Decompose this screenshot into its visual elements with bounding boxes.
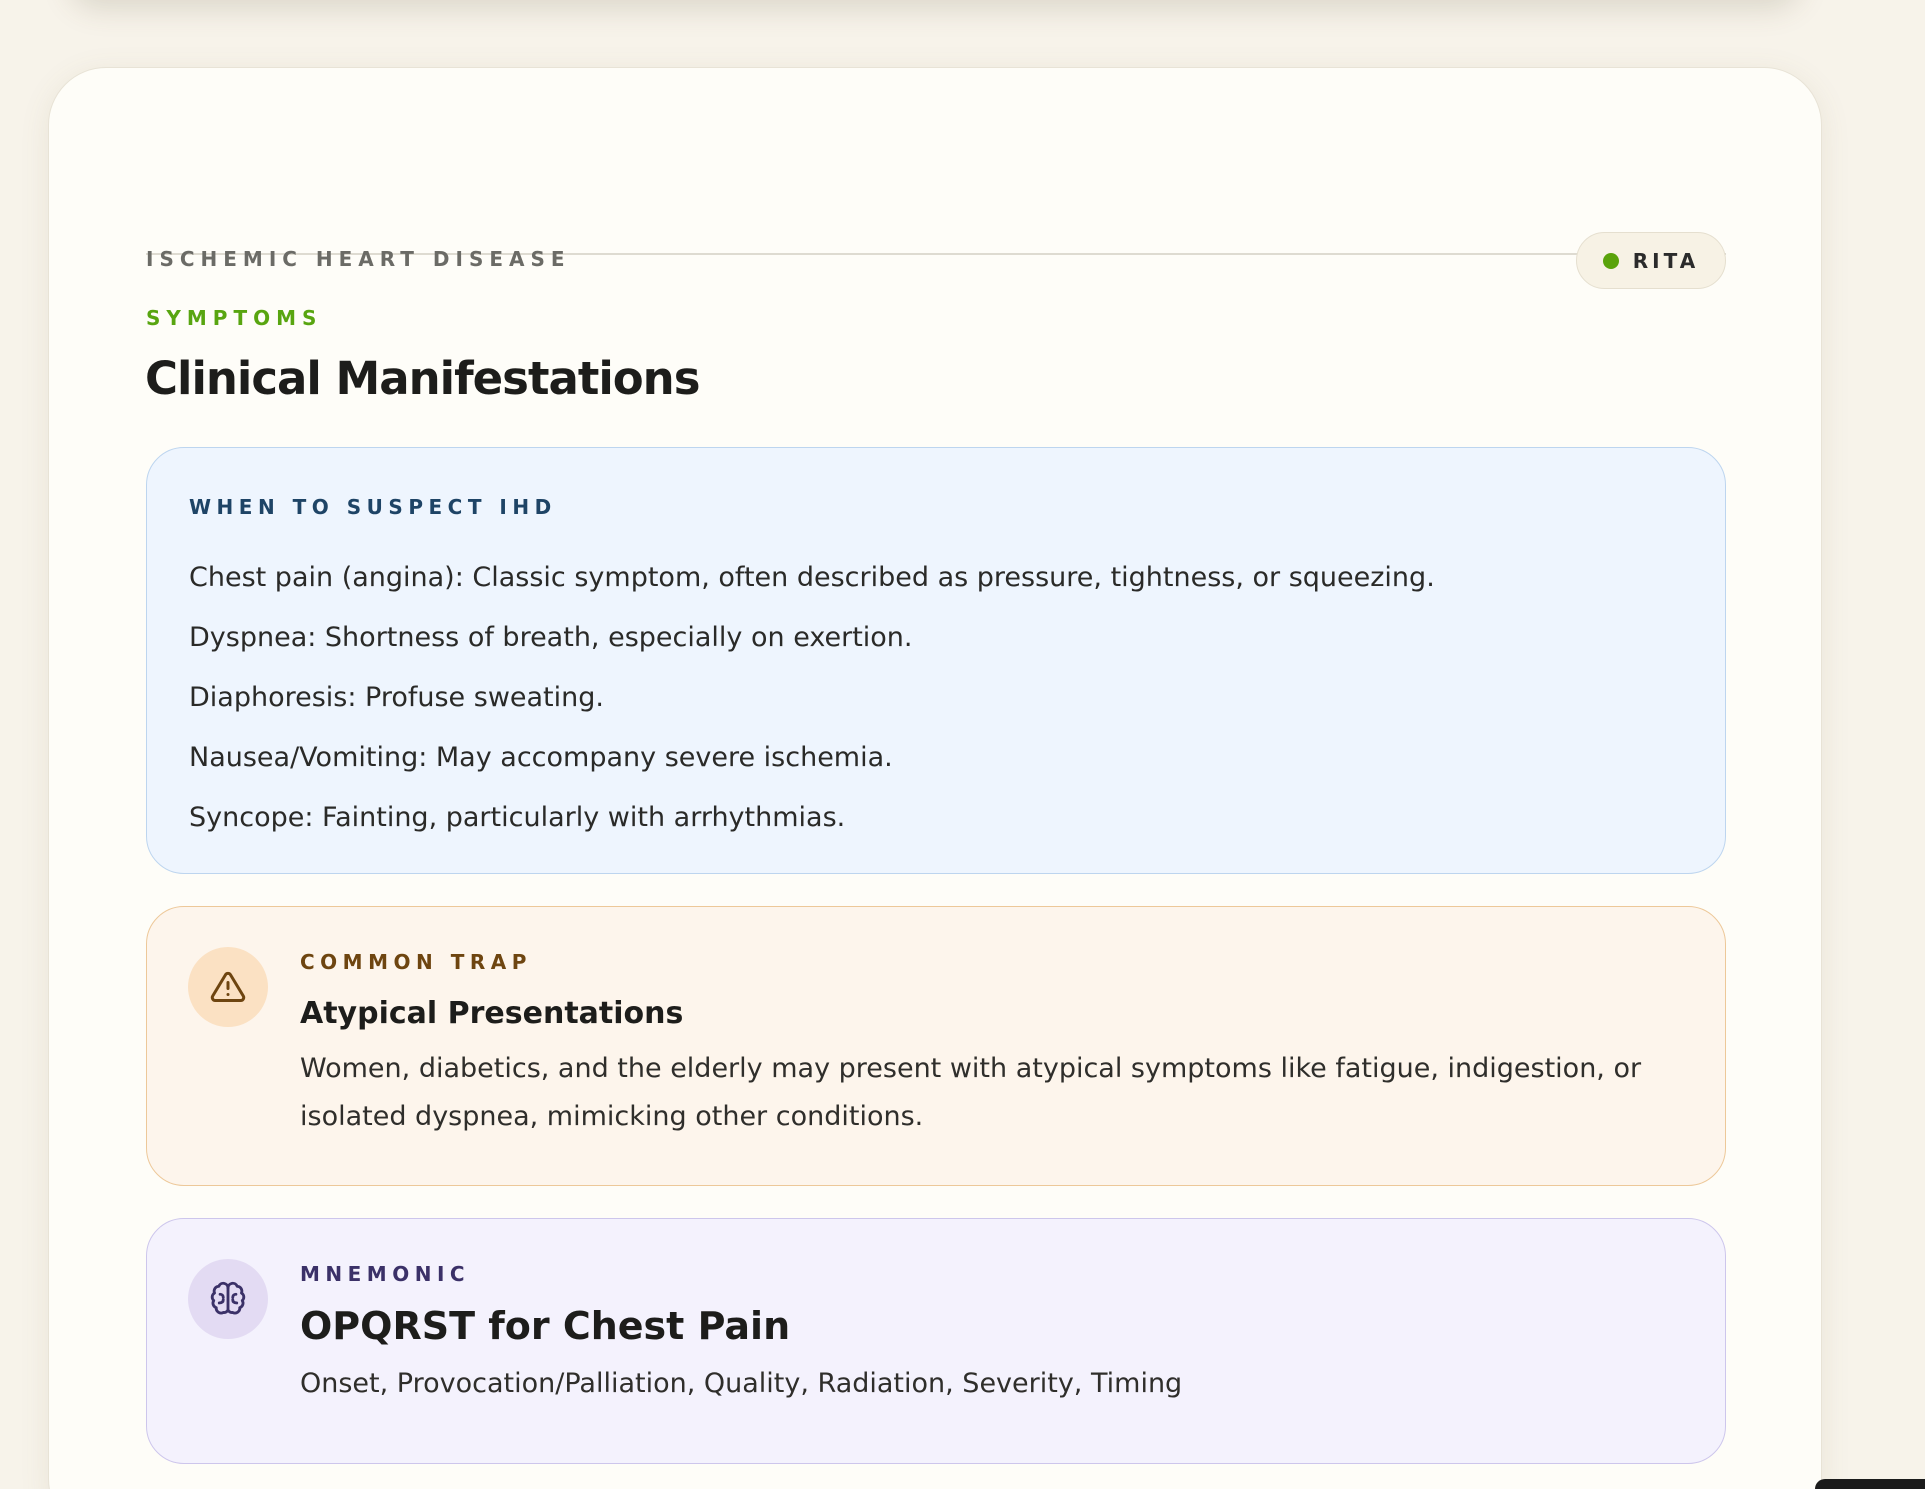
section-title: Clinical Manifestations xyxy=(145,352,701,405)
trap-eyebrow: COMMON TRAP xyxy=(300,950,532,974)
list-item: Dyspnea: Shortness of breath, especially… xyxy=(189,622,913,653)
mnemonic-box: MNEMONIC OPQRST for Chest Pain Onset, Pr… xyxy=(146,1218,1726,1464)
symptom-list: Chest pain (angina): Classic symptom, of… xyxy=(189,548,1435,848)
list-item: Chest pain (angina): Classic symptom, of… xyxy=(189,562,1435,593)
status-dot-icon xyxy=(1602,252,1619,269)
trap-content: COMMON TRAP Atypical Presentations Women… xyxy=(300,950,1665,1141)
content-card: ISCHEMIC HEART DISEASE RITA SYMPTOMS Cli… xyxy=(48,67,1822,1489)
mnemonic-eyebrow: MNEMONIC xyxy=(300,1262,471,1286)
common-trap-box: COMMON TRAP Atypical Presentations Women… xyxy=(146,906,1726,1186)
badge-label: RITA xyxy=(1632,248,1700,273)
list-item: Diaphoresis: Profuse sweating. xyxy=(189,682,604,713)
list-item: Syncope: Fainting, particularly with arr… xyxy=(189,802,846,833)
corner-widget[interactable] xyxy=(1815,1479,1925,1489)
suspect-eyebrow: WHEN TO SUSPECT IHD xyxy=(189,495,557,519)
list-item: Nausea/Vomiting: May accompany severe is… xyxy=(189,742,893,773)
brain-icon xyxy=(188,1259,268,1339)
mnemonic-body: Onset, Provocation/Palliation, Quality, … xyxy=(300,1368,1183,1399)
author-badge[interactable]: RITA xyxy=(1576,232,1726,289)
topic-eyebrow: ISCHEMIC HEART DISEASE xyxy=(146,247,571,271)
warning-triangle-icon xyxy=(188,947,268,1027)
section-eyebrow: SYMPTOMS xyxy=(146,306,323,330)
mnemonic-content: MNEMONIC OPQRST for Chest Pain Onset, Pr… xyxy=(300,1262,1665,1399)
when-to-suspect-box: WHEN TO SUSPECT IHD Chest pain (angina):… xyxy=(146,447,1726,874)
card-header: ISCHEMIC HEART DISEASE RITA xyxy=(146,165,1726,289)
mnemonic-title: OPQRST for Chest Pain xyxy=(300,1304,791,1348)
trap-body: Women, diabetics, and the elderly may pr… xyxy=(300,1053,1642,1132)
trap-title: Atypical Presentations xyxy=(300,996,684,1031)
